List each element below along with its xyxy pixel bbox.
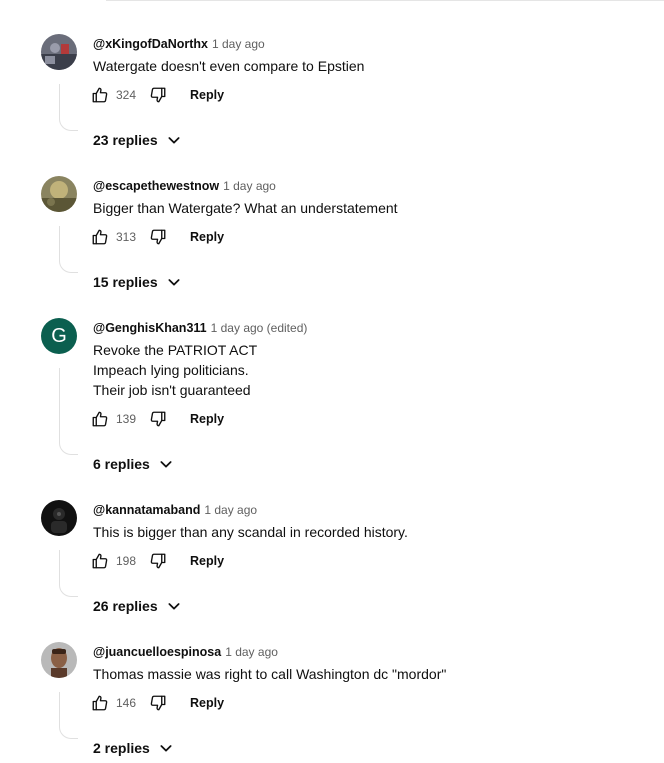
- comment-actions: 146 Reply: [88, 691, 224, 715]
- comment-thread: G @GenghisKhan311 1 day ago (edited) Revo…: [0, 318, 664, 500]
- chevron-down-icon: [166, 273, 184, 291]
- avatar[interactable]: [41, 642, 77, 678]
- author-name[interactable]: @escapethewestnow: [93, 179, 219, 193]
- avatar[interactable]: [41, 176, 77, 212]
- timestamp[interactable]: 1 day ago (edited): [211, 321, 308, 335]
- view-replies-button[interactable]: 26 replies: [93, 594, 184, 618]
- comment-line: Impeach lying politicians.: [93, 362, 249, 378]
- thumb-up-icon: [92, 411, 108, 427]
- reply-button[interactable]: Reply: [190, 412, 224, 426]
- top-divider: [106, 0, 664, 1]
- thumb-up-icon: [92, 229, 108, 245]
- reply-button[interactable]: Reply: [190, 696, 224, 710]
- replies-count-label: 26 replies: [93, 598, 158, 614]
- thread-line: [59, 84, 78, 131]
- author-name[interactable]: @xKingofDaNorthx: [93, 37, 208, 51]
- thread-line: [59, 226, 78, 273]
- comment-header: @escapethewestnow 1 day ago: [93, 178, 276, 194]
- thumb-down-icon: [150, 87, 166, 103]
- comment-actions: 313 Reply: [88, 225, 224, 249]
- replies-count-label: 6 replies: [93, 456, 150, 472]
- author-name[interactable]: @GenghisKhan311: [93, 321, 207, 335]
- author-name[interactable]: @kannatamaband: [93, 503, 200, 517]
- avatar[interactable]: G: [41, 318, 77, 354]
- like-button[interactable]: [88, 225, 112, 249]
- timestamp[interactable]: 1 day ago: [225, 645, 278, 659]
- replies-count-label: 15 replies: [93, 274, 158, 290]
- thumb-up-icon: [92, 695, 108, 711]
- comment-actions: 139 Reply: [88, 407, 224, 431]
- view-replies-button[interactable]: 6 replies: [93, 452, 176, 476]
- thread-line: [59, 550, 78, 597]
- dislike-button[interactable]: [146, 225, 170, 249]
- comment-text: Bigger than Watergate? What an understat…: [93, 198, 398, 218]
- timestamp[interactable]: 1 day ago: [212, 37, 265, 51]
- comment-header: @xKingofDaNorthx 1 day ago: [93, 36, 265, 52]
- thumb-up-icon: [92, 87, 108, 103]
- chevron-down-icon: [158, 455, 176, 473]
- dislike-button[interactable]: [146, 407, 170, 431]
- view-replies-button[interactable]: 23 replies: [93, 128, 184, 152]
- reply-button[interactable]: Reply: [190, 88, 224, 102]
- like-button[interactable]: [88, 549, 112, 573]
- comment-line: Revoke the PATRIOT ACT: [93, 342, 258, 358]
- dislike-button[interactable]: [146, 83, 170, 107]
- comment-header: @juancuelloespinosa 1 day ago: [93, 644, 278, 660]
- comment-header: @kannatamaband 1 day ago: [93, 502, 257, 518]
- comment-text: Watergate doesn't even compare to Epstie…: [93, 56, 364, 76]
- timestamp[interactable]: 1 day ago: [223, 179, 276, 193]
- reply-button[interactable]: Reply: [190, 230, 224, 244]
- dislike-button[interactable]: [146, 549, 170, 573]
- author-name[interactable]: @juancuelloespinosa: [93, 645, 221, 659]
- thumb-down-icon: [150, 553, 166, 569]
- reply-button[interactable]: Reply: [190, 554, 224, 568]
- thumb-down-icon: [150, 695, 166, 711]
- avatar[interactable]: [41, 34, 77, 70]
- thumb-down-icon: [150, 229, 166, 245]
- chevron-down-icon: [166, 597, 184, 615]
- like-button[interactable]: [88, 407, 112, 431]
- comment-line: Thomas massie was right to call Washingt…: [93, 666, 447, 682]
- like-count: 146: [116, 696, 137, 710]
- avatar[interactable]: [41, 500, 77, 536]
- replies-count-label: 2 replies: [93, 740, 150, 756]
- comment-line: Watergate doesn't even compare to Epstie…: [93, 58, 365, 74]
- comment-thread: @escapethewestnow 1 day ago Bigger than W…: [0, 176, 664, 318]
- like-count: 139: [116, 412, 137, 426]
- like-count: 313: [116, 230, 137, 244]
- comment-line: This is bigger than any scandal in recor…: [93, 524, 408, 540]
- thumb-down-icon: [150, 411, 166, 427]
- thread-line: [59, 368, 78, 455]
- thumb-up-icon: [92, 553, 108, 569]
- comment-header: @GenghisKhan311 1 day ago (edited): [93, 320, 307, 336]
- comment-text: Revoke the PATRIOT ACT Impeach lying pol…: [93, 340, 257, 400]
- timestamp[interactable]: 1 day ago: [204, 503, 257, 517]
- chevron-down-icon: [166, 131, 184, 149]
- replies-count-label: 23 replies: [93, 132, 158, 148]
- view-replies-button[interactable]: 15 replies: [93, 270, 184, 294]
- dislike-button[interactable]: [146, 691, 170, 715]
- comment-thread: @xKingofDaNorthx 1 day ago Watergate does…: [0, 34, 664, 176]
- chevron-down-icon: [158, 739, 176, 757]
- comment-thread: @juancuelloespinosa 1 day ago Thomas mass…: [0, 642, 664, 763]
- like-button[interactable]: [88, 83, 112, 107]
- like-count: 324: [116, 88, 137, 102]
- thread-line: [59, 692, 78, 739]
- view-replies-button[interactable]: 2 replies: [93, 736, 176, 760]
- comment-text: This is bigger than any scandal in recor…: [93, 522, 408, 542]
- like-button[interactable]: [88, 691, 112, 715]
- like-count: 198: [116, 554, 137, 568]
- comment-line: Bigger than Watergate? What an understat…: [93, 200, 398, 216]
- comment-thread: @kannatamaband 1 day ago This is bigger t…: [0, 500, 664, 642]
- comment-line: Their job isn't guaranteed: [93, 382, 251, 398]
- comment-text: Thomas massie was right to call Washingt…: [93, 664, 446, 684]
- comment-actions: 324 Reply: [88, 83, 224, 107]
- comment-actions: 198 Reply: [88, 549, 224, 573]
